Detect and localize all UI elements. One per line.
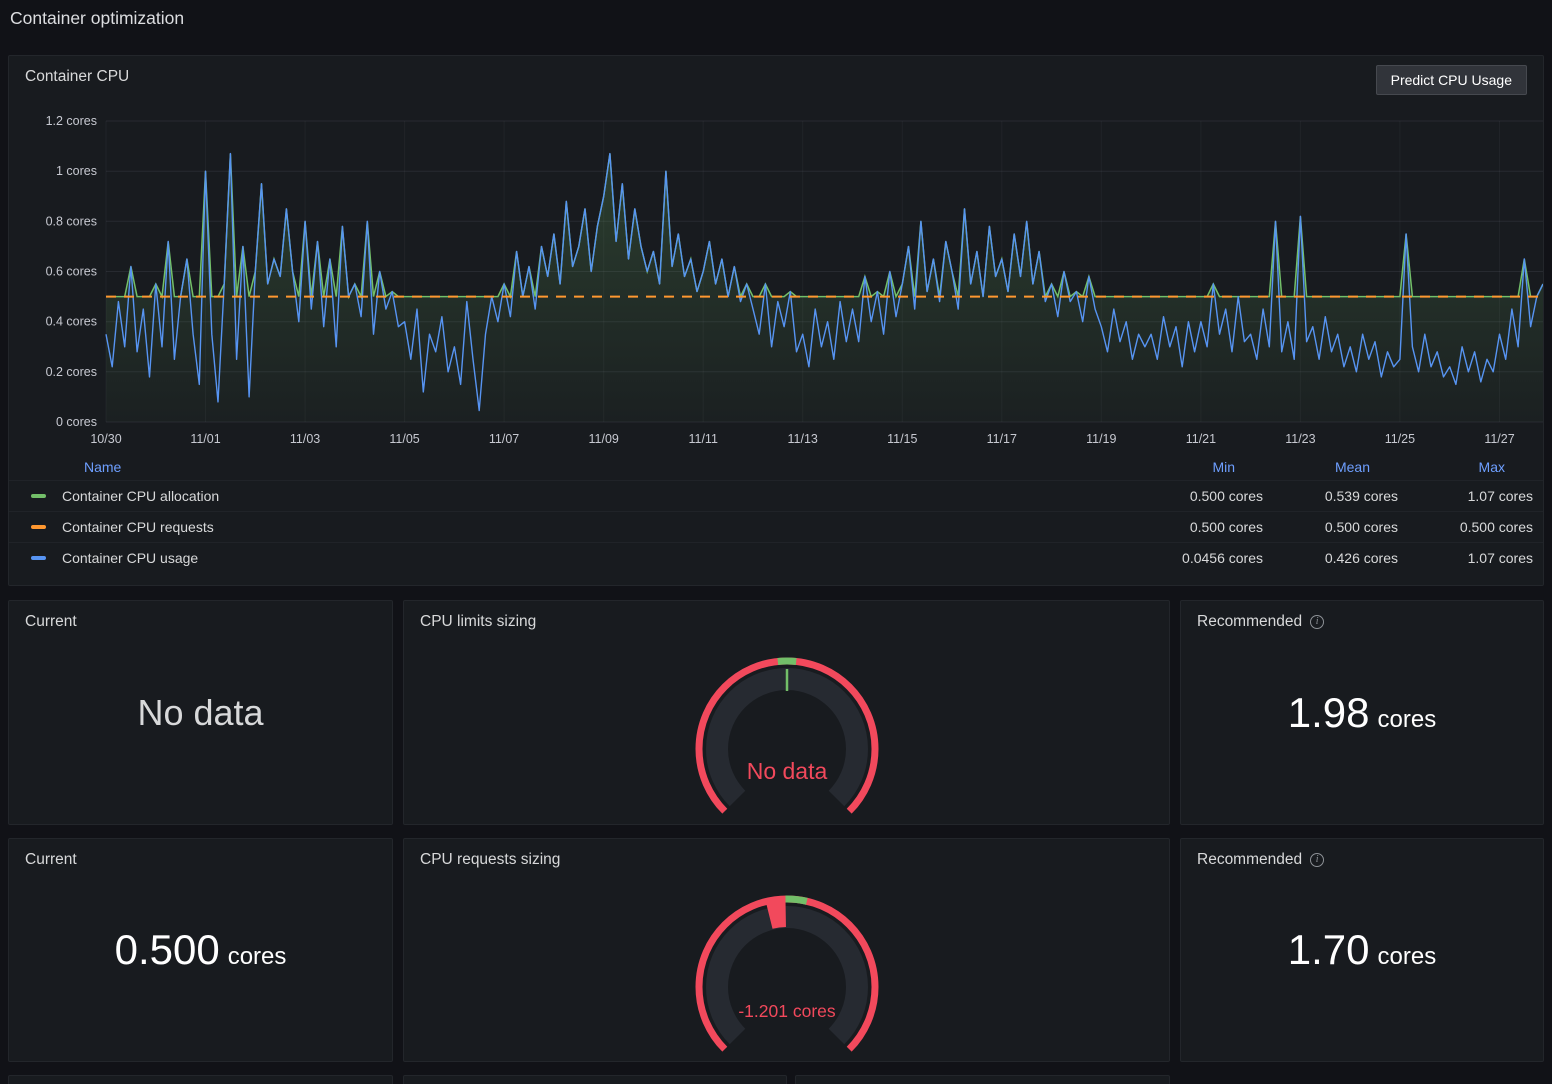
svg-text:11/13: 11/13 — [788, 432, 818, 446]
current-request-unit: cores — [228, 943, 287, 971]
predict-cpu-usage-button[interactable]: Predict CPU Usage — [1376, 65, 1527, 95]
panel-title-container-cpu[interactable]: Container CPU — [25, 68, 129, 86]
recommended-request-value: 1.70 cores — [1288, 929, 1436, 971]
recommended-request-panel: Recommended i 1.70 cores — [1180, 838, 1544, 1062]
partial-panel — [8, 1075, 393, 1084]
partial-panel — [795, 1075, 1170, 1084]
recommended-limit-value: 1.98 cores — [1288, 692, 1436, 734]
recommended-request-unit: cores — [1378, 943, 1437, 971]
series-name-requests[interactable]: Container CPU requests — [62, 519, 214, 535]
svg-text:11/11: 11/11 — [688, 432, 717, 446]
recommended-request-number: 1.70 — [1288, 929, 1370, 971]
allocation-min: 0.500 cores — [1128, 488, 1263, 504]
legend-row-usage: Container CPU usage 0.0456 cores 0.426 c… — [9, 542, 1543, 573]
current-request-number: 0.500 — [115, 929, 220, 971]
panel-title-cpu-requests-sizing[interactable]: CPU requests sizing — [420, 851, 560, 869]
svg-text:0 cores: 0 cores — [56, 415, 97, 429]
svg-text:11/15: 11/15 — [887, 432, 917, 446]
requests-mean: 0.500 cores — [1263, 519, 1398, 535]
series-name-allocation[interactable]: Container CPU allocation — [62, 488, 219, 504]
requests-max: 0.500 cores — [1398, 519, 1533, 535]
usage-mean: 0.426 cores — [1263, 550, 1398, 566]
cpu-requests-gauge: -1.201 cores — [667, 891, 907, 1061]
svg-text:0.8 cores: 0.8 cores — [46, 214, 97, 228]
usage-min: 0.0456 cores — [1128, 550, 1263, 566]
svg-text:11/19: 11/19 — [1086, 432, 1116, 446]
allocation-swatch-icon — [31, 494, 46, 498]
svg-text:1 cores: 1 cores — [56, 164, 97, 178]
current-limit-panel: Current No data — [8, 600, 393, 825]
gauge-value-text: -1.201 cores — [738, 1001, 836, 1021]
container-optimization-page: Container optimization Container CPU Pre… — [0, 0, 1552, 1084]
svg-text:1.2 cores: 1.2 cores — [46, 114, 97, 128]
allocation-mean: 0.539 cores — [1263, 488, 1398, 504]
page-title: Container optimization — [10, 8, 184, 29]
allocation-max: 1.07 cores — [1398, 488, 1533, 504]
panel-title-cpu-limits-sizing[interactable]: CPU limits sizing — [420, 613, 536, 631]
cpu-legend: Name Min Mean Max Container CPU allocati… — [9, 454, 1543, 573]
current-request-panel: Current 0.500 cores — [8, 838, 393, 1062]
svg-text:10/30: 10/30 — [90, 432, 121, 446]
legend-header-max[interactable]: Max — [1398, 459, 1533, 475]
partial-panel — [403, 1075, 787, 1084]
legend-header-min[interactable]: Min — [1128, 459, 1263, 475]
svg-text:11/27: 11/27 — [1484, 432, 1514, 446]
svg-text:11/17: 11/17 — [987, 432, 1017, 446]
svg-text:11/25: 11/25 — [1385, 432, 1415, 446]
legend-header-name[interactable]: Name — [31, 459, 1128, 475]
gauge-value-wedge — [768, 912, 785, 914]
cpu-limits-sizing-panel: CPU limits sizing No data — [403, 600, 1170, 825]
requests-min: 0.500 cores — [1128, 519, 1263, 535]
svg-text:11/01: 11/01 — [190, 432, 220, 446]
svg-text:0.2 cores: 0.2 cores — [46, 365, 97, 379]
cpu-chart[interactable]: 0 cores 0.2 cores 0.4 cores 0.6 cores 0.8 co… — [9, 111, 1543, 456]
allocation-line — [106, 154, 1543, 297]
current-limit-value: No data — [137, 692, 263, 734]
svg-text:11/21: 11/21 — [1186, 432, 1216, 446]
usage-max: 1.07 cores — [1398, 550, 1533, 566]
svg-text:11/05: 11/05 — [389, 432, 419, 446]
legend-row-requests: Container CPU requests 0.500 cores 0.500… — [9, 511, 1543, 542]
series-name-usage[interactable]: Container CPU usage — [62, 550, 198, 566]
gauge-threshold-green — [785, 899, 806, 901]
gauge-value-text: No data — [746, 758, 827, 784]
requests-swatch-icon — [31, 525, 46, 529]
svg-text:11/23: 11/23 — [1285, 432, 1315, 446]
legend-header-row: Name Min Mean Max — [9, 454, 1543, 480]
svg-text:11/03: 11/03 — [290, 432, 320, 446]
recommended-limit-unit: cores — [1378, 706, 1437, 734]
recommended-limit-number: 1.98 — [1288, 692, 1370, 734]
legend-row-allocation: Container CPU allocation 0.500 cores 0.5… — [9, 480, 1543, 511]
svg-text:11/09: 11/09 — [589, 432, 619, 446]
svg-text:0.4 cores: 0.4 cores — [46, 315, 97, 329]
container-cpu-panel: Container CPU Predict CPU Usage 0 cores0… — [8, 55, 1544, 586]
legend-header-mean[interactable]: Mean — [1263, 459, 1398, 475]
cpu-requests-sizing-panel: CPU requests sizing -1.201 cores — [403, 838, 1170, 1062]
svg-text:0.6 cores: 0.6 cores — [46, 265, 97, 279]
svg-text:11/07: 11/07 — [489, 432, 519, 446]
usage-swatch-icon — [31, 556, 46, 560]
recommended-limit-panel: Recommended i 1.98 cores — [1180, 600, 1544, 825]
current-request-value: 0.500 cores — [115, 929, 287, 971]
cpu-limits-gauge: No data — [667, 653, 907, 823]
